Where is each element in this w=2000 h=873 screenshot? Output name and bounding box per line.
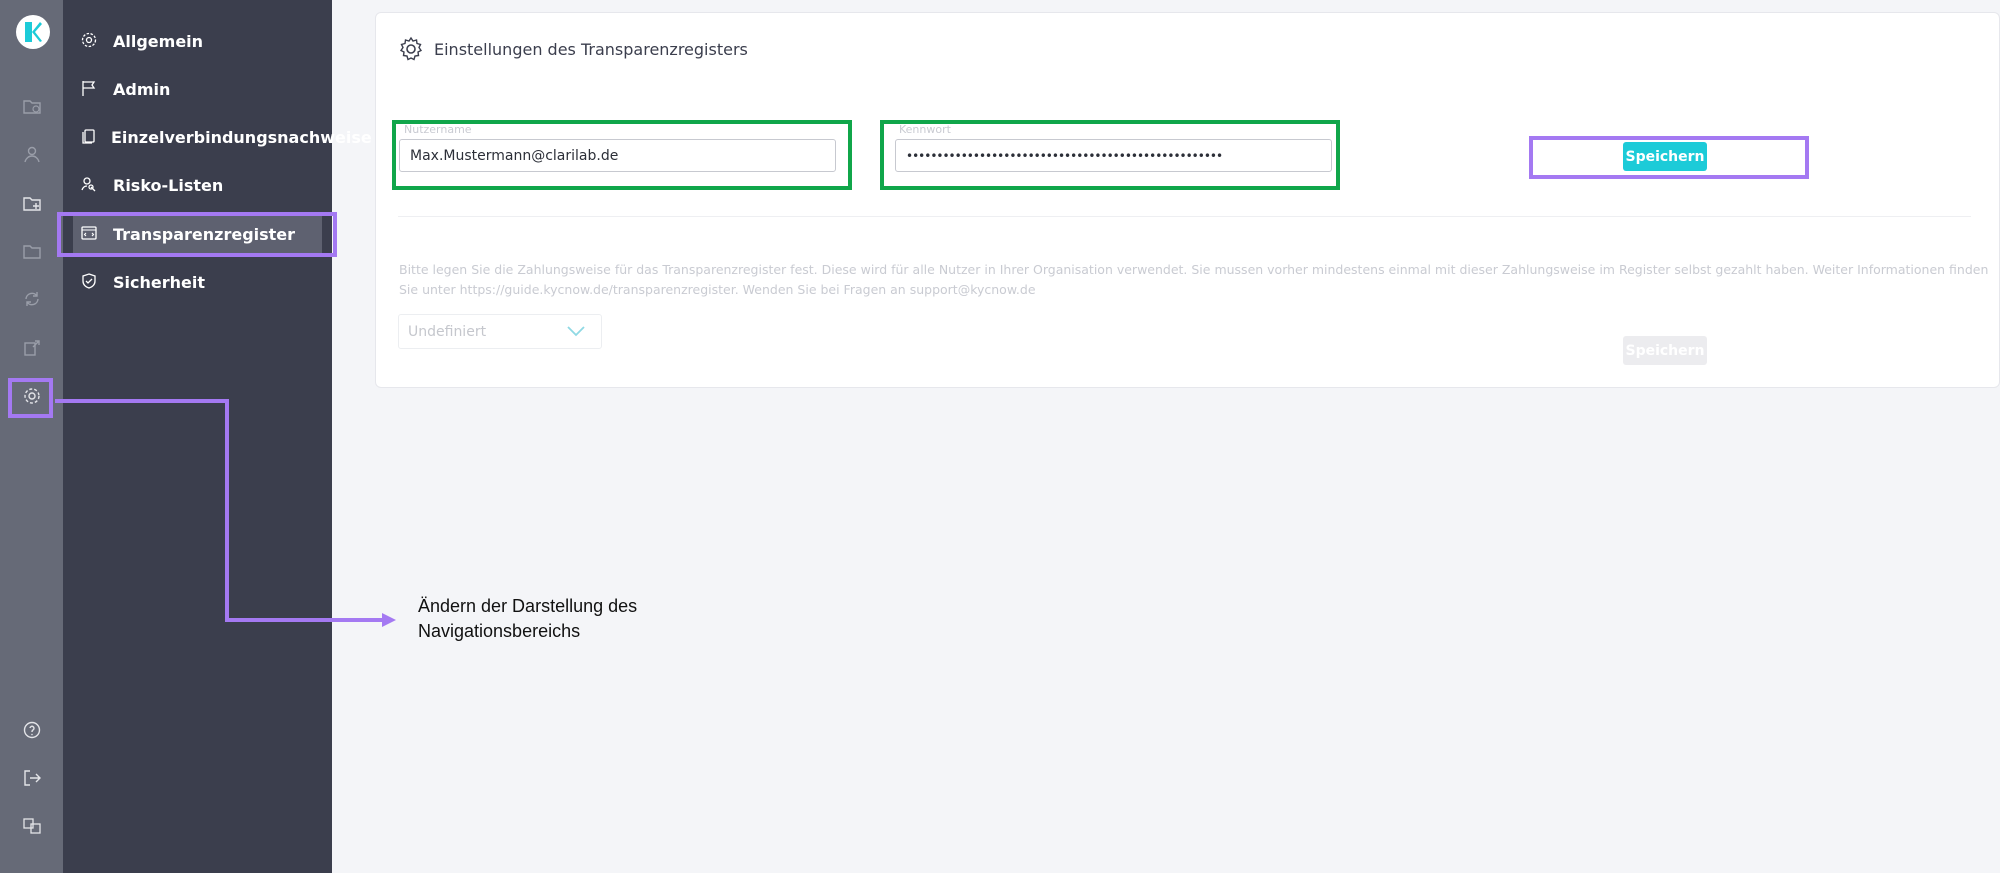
annotation-connector-arrow	[55, 399, 396, 627]
annotation-line: Navigationsbereichs	[418, 621, 581, 641]
annotation-text: Ändern der Darstellung des Navigationsbe…	[418, 594, 637, 644]
annotation-line: Ändern der Darstellung des	[418, 596, 638, 616]
